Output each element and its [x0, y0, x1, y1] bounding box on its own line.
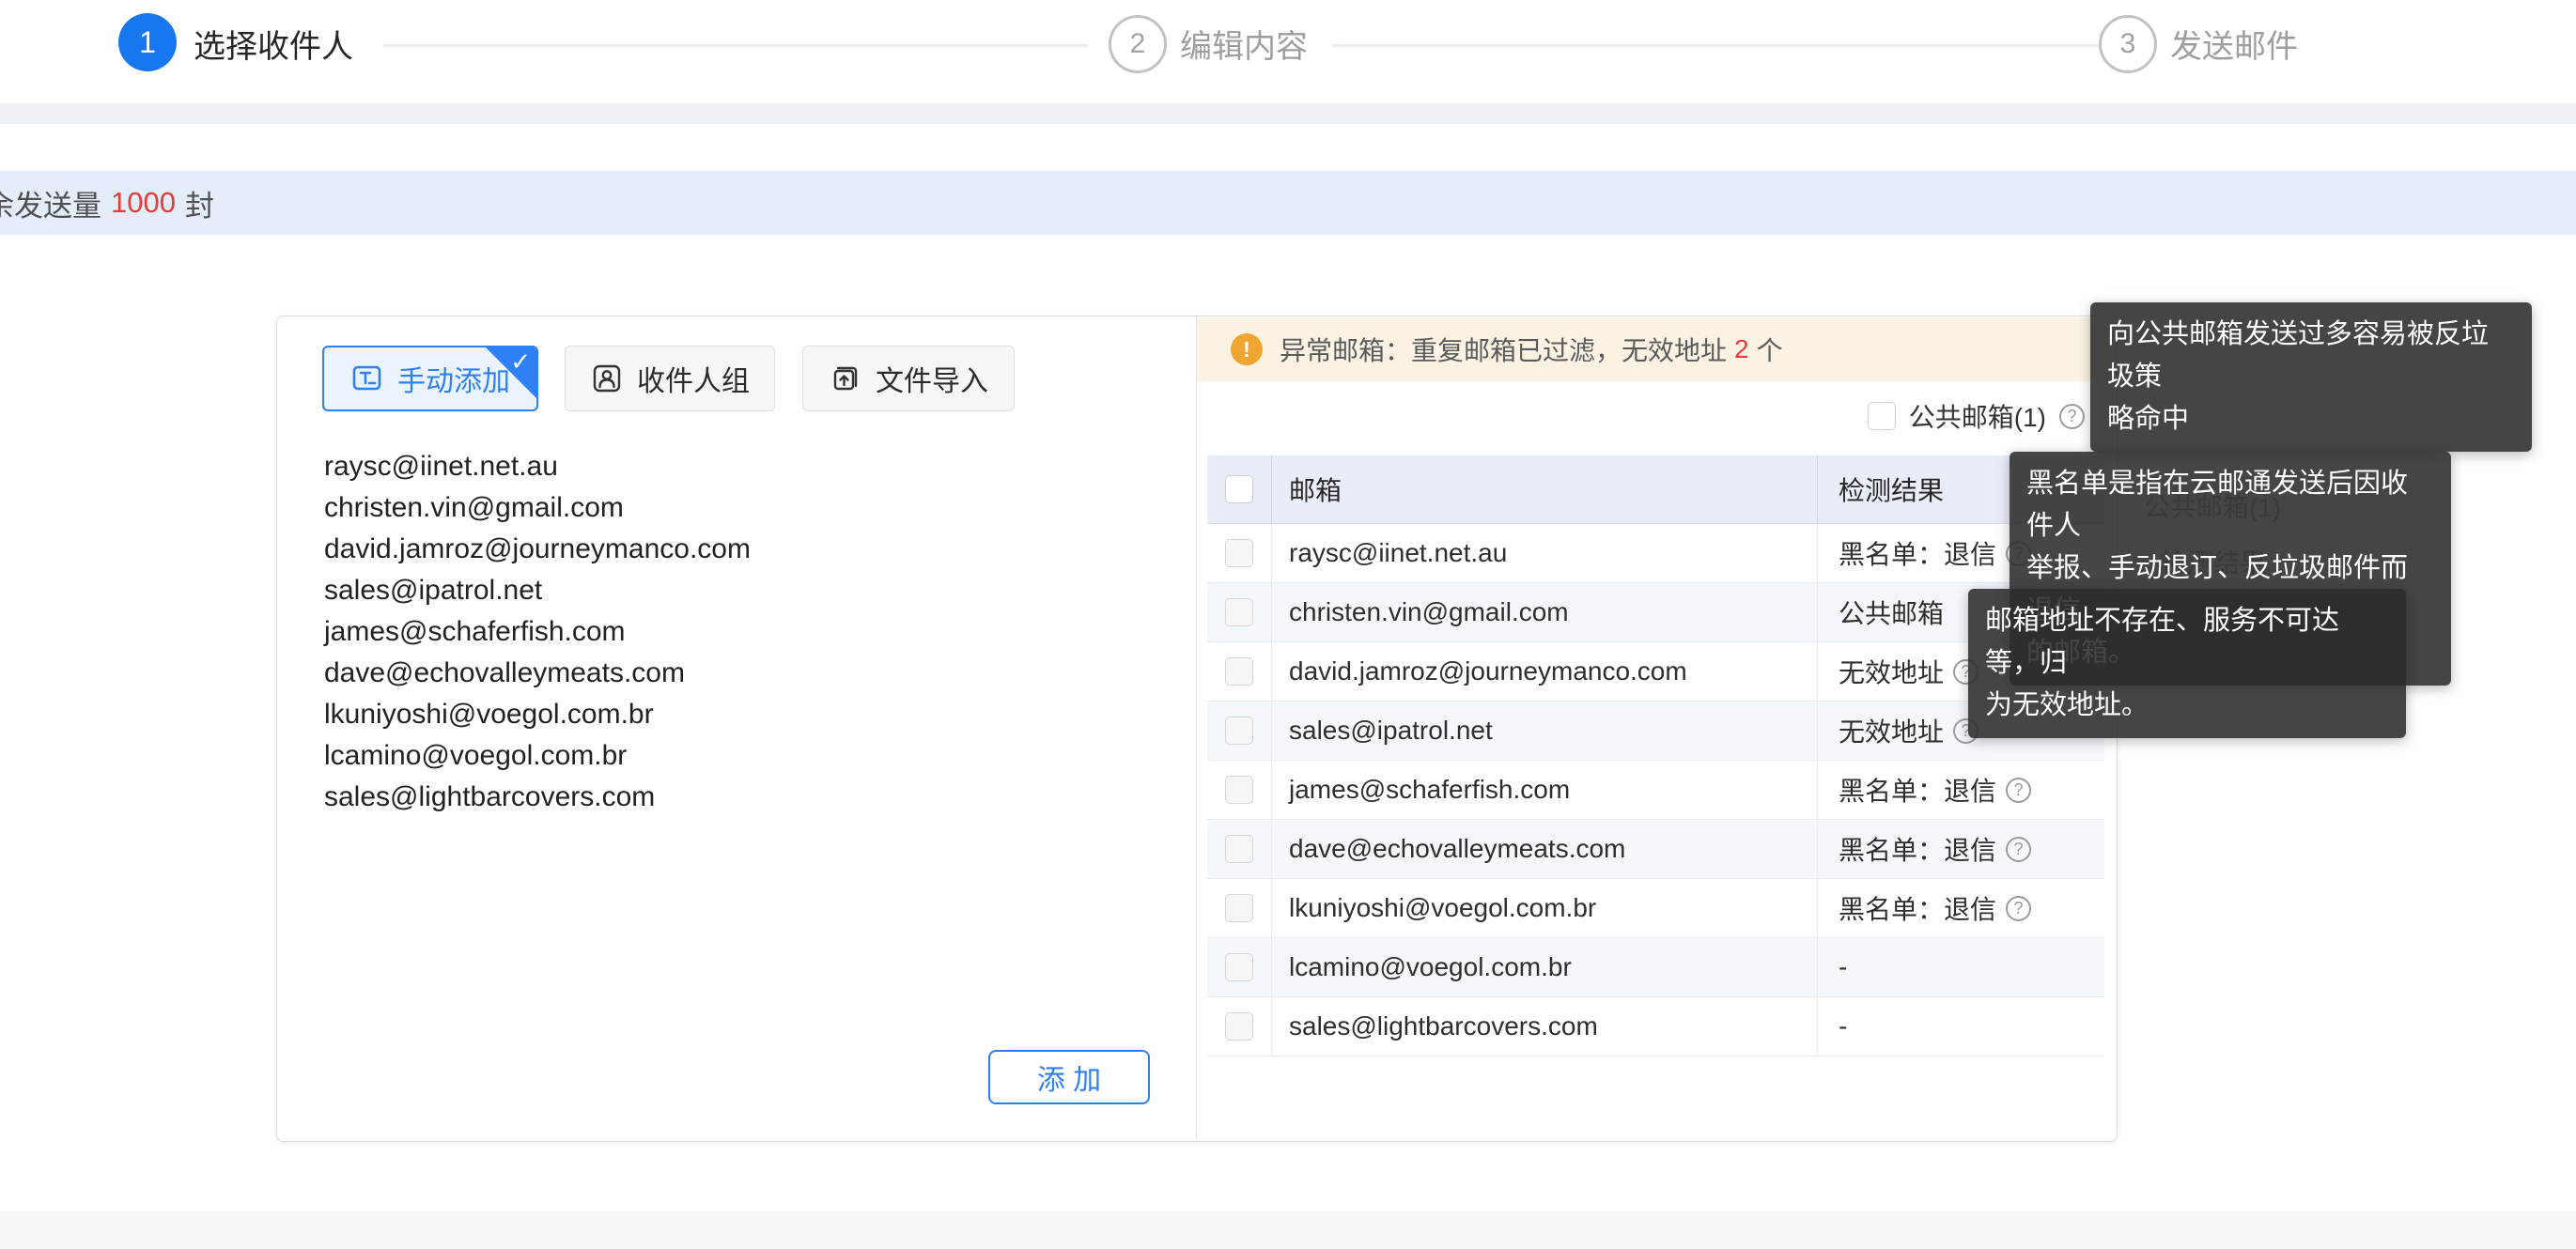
table-header-row: 邮箱 检测结果 [1207, 455, 2104, 524]
tooltip-invalid-address: 邮箱地址不存在、服务不可达等，归 为无效地址。 [1968, 589, 2406, 738]
row-checkbox-cell [1207, 879, 1272, 937]
step-wizard: 1 选择收件人 2 编辑内容 3 发送邮件 [0, 0, 2576, 103]
alert-invalid-count: 2 [1734, 334, 1749, 364]
row-checkbox[interactable] [1225, 776, 1253, 804]
question-circle-icon[interactable]: ? [2059, 404, 2085, 429]
row-checkbox-cell [1207, 702, 1272, 760]
quota-amount: 1000 [111, 186, 176, 220]
row-email: christen.vin@gmail.com [1272, 583, 1818, 641]
row-checkbox-cell [1207, 524, 1272, 582]
quota-unit: 封 [185, 182, 214, 224]
table-row: dave@echovalleymeats.com黑名单：退信? [1207, 820, 2104, 879]
row-result-text: 无效地址 [1839, 712, 1944, 749]
row-checkbox-cell [1207, 761, 1272, 819]
select-all-checkbox[interactable] [1225, 475, 1253, 503]
row-checkbox[interactable] [1225, 894, 1253, 922]
quota-banner: 余发送量 1000 封 [0, 171, 2576, 235]
tab-manual-add[interactable]: 手动添加 ✓ [322, 346, 538, 411]
row-checkbox-cell [1207, 583, 1272, 641]
row-checkbox[interactable] [1225, 1012, 1253, 1041]
question-circle-icon[interactable]: ? [2006, 778, 2031, 803]
file-import-icon [829, 362, 862, 395]
header-checkbox-cell [1207, 455, 1272, 523]
row-checkbox-cell [1207, 997, 1272, 1056]
row-result-text: 黑名单：退信 [1839, 534, 1996, 572]
table-row: lcamino@voegol.com.br- [1207, 938, 2104, 997]
row-email: raysc@iinet.net.au [1272, 524, 1818, 582]
row-email: lcamino@voegol.com.br [1272, 938, 1818, 996]
public-mailbox-label: 公共邮箱(1) [1909, 397, 2046, 435]
public-mailbox-checkbox[interactable] [1868, 402, 1896, 430]
row-email: james@schaferfish.com [1272, 761, 1818, 819]
wizard-page: 1 选择收件人 2 编辑内容 3 发送邮件 余发送量 1000 封 [0, 0, 2576, 1249]
row-result-text: 公共邮箱 [1839, 594, 1944, 631]
row-checkbox-cell [1207, 820, 1272, 878]
step-connector [1332, 44, 2101, 47]
recipients-textarea[interactable]: raysc@iinet.net.au christen.vin@gmail.co… [324, 446, 1160, 991]
row-result: - [1818, 938, 2104, 996]
add-button[interactable]: 添 加 [988, 1050, 1150, 1104]
step-3-circle: 3 [2099, 15, 2157, 73]
row-email: sales@lightbarcovers.com [1272, 997, 1818, 1056]
row-checkbox-cell [1207, 938, 1272, 996]
tab-recipient-group-label: 收件人组 [637, 358, 750, 399]
table-row: lkuniyoshi@voegol.com.br黑名单：退信? [1207, 879, 2104, 938]
tab-file-import-label: 文件导入 [876, 358, 988, 399]
tab-recipient-group[interactable]: 收件人组 [565, 346, 775, 411]
recipient-check-table: 邮箱 检测结果 raysc@iinet.net.au 黑名单：退信? christe… [1207, 455, 2104, 1056]
table-row: sales@lightbarcovers.com- [1207, 997, 2104, 1056]
add-recipients-panel: 手动添加 ✓ 收件人组 [277, 316, 1197, 1139]
row-result: 黑名单：退信? [1818, 879, 2104, 937]
row-checkbox[interactable] [1225, 953, 1253, 981]
row-email: sales@ipatrol.net [1272, 702, 1818, 760]
table-row: james@schaferfish.com黑名单：退信? [1207, 761, 2104, 820]
row-result: 黑名单：退信? [1818, 820, 2104, 878]
row-result-text: - [1839, 1011, 1847, 1041]
row-result-text: 黑名单：退信 [1839, 889, 1996, 927]
tooltip-public-mailbox: 向公共邮箱发送过多容易被反垃圾策 略命中 [2090, 302, 2532, 452]
question-circle-icon[interactable]: ? [2006, 837, 2031, 862]
step-2-label: 编辑内容 [1180, 0, 1308, 86]
warning-icon: ! [1231, 333, 1263, 365]
row-checkbox[interactable] [1225, 717, 1253, 745]
step-1-label: 选择收件人 [194, 0, 353, 86]
quota-banner-text: 余发送量 [0, 182, 101, 224]
public-mailbox-filter: 公共邮箱(1) ? [1868, 399, 2085, 433]
row-result-text: 黑名单：退信 [1839, 771, 1996, 809]
row-checkbox[interactable] [1225, 598, 1253, 626]
alert-text-suffix: 个 [1757, 331, 1783, 368]
alert-text: 异常邮箱：重复邮箱已过滤，无效地址 [1280, 331, 1727, 368]
table-row: raysc@iinet.net.au黑名单：退信? [1207, 524, 2104, 583]
row-checkbox[interactable] [1225, 835, 1253, 863]
step-3-label: 发送邮件 [2170, 0, 2298, 86]
contacts-icon [590, 362, 624, 395]
step-1-circle: 1 [118, 13, 177, 71]
row-checkbox[interactable] [1225, 539, 1253, 567]
abnormal-mailbox-alert: ! 异常邮箱：重复邮箱已过滤，无效地址 2 个 [1197, 317, 2117, 381]
row-email: lkuniyoshi@voegol.com.br [1272, 879, 1818, 937]
footer-band [0, 1211, 2576, 1249]
row-result-text: 黑名单：退信 [1839, 830, 1996, 868]
row-checkbox-cell [1207, 642, 1272, 701]
recipient-card: 手动添加 ✓ 收件人组 [276, 316, 2118, 1142]
row-result-text: 无效地址 [1839, 653, 1944, 690]
section-divider-band [0, 103, 2576, 124]
row-result-text: - [1839, 952, 1847, 982]
row-result: 黑名单：退信? [1818, 761, 2104, 819]
step-2-circle: 2 [1109, 15, 1167, 73]
row-result: - [1818, 997, 2104, 1056]
tab-file-import[interactable]: 文件导入 [802, 346, 1015, 411]
row-email: dave@echovalleymeats.com [1272, 820, 1818, 878]
row-email: david.jamroz@journeymanco.com [1272, 642, 1818, 701]
check-icon: ✓ [510, 347, 531, 377]
text-input-icon [350, 362, 384, 395]
row-checkbox[interactable] [1225, 657, 1253, 686]
header-email: 邮箱 [1272, 455, 1818, 523]
step-connector [383, 44, 1088, 47]
question-circle-icon[interactable]: ? [2006, 896, 2031, 921]
